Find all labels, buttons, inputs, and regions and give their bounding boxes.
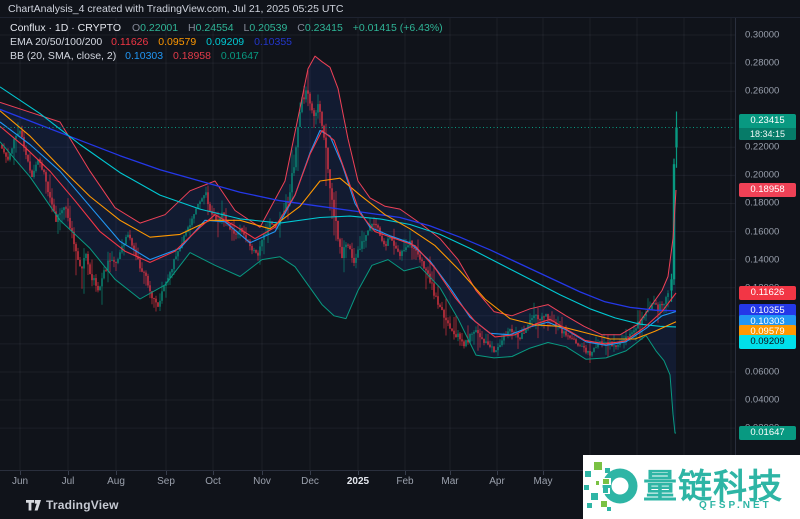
price-tick: 0.14000 xyxy=(745,254,780,266)
time-tick xyxy=(405,471,406,475)
watermark-domain: QFSP.NET xyxy=(699,500,772,511)
tradingview-logo-text: TradingView xyxy=(46,498,119,512)
tradingview-chart-screenshot: ChartAnalysis_4 created with TradingView… xyxy=(0,0,800,519)
bar-countdown: 18:34:15 xyxy=(739,128,796,141)
close-label: C xyxy=(297,22,305,34)
bb-basis-value: 0.10303 xyxy=(125,50,164,62)
time-tick xyxy=(543,471,544,475)
low-value: 0.20539 xyxy=(249,22,288,34)
chart-header: ChartAnalysis_4 created with TradingView… xyxy=(0,0,800,18)
ema100-value: 0.09209 xyxy=(206,36,245,48)
price-badge: 0.18958 xyxy=(739,183,796,198)
open-label: O xyxy=(131,22,141,34)
price-tick: 0.06000 xyxy=(745,366,780,378)
price-axis[interactable]: 0.300000.280000.260000.240000.220000.200… xyxy=(735,18,800,470)
time-label: Sep xyxy=(157,476,175,487)
change-value: +0.01415 (+6.43%) xyxy=(352,22,443,34)
bb-lower-value: 0.01647 xyxy=(220,50,259,62)
ema50-value: 0.09579 xyxy=(158,36,197,48)
legend: Conflux · 1D · CRYPTO O0.22001 H0.24554 … xyxy=(10,22,450,64)
time-label: Nov xyxy=(253,476,271,487)
time-tick xyxy=(450,471,451,475)
time-tick xyxy=(20,471,21,475)
symbol-name: Conflux · 1D · CRYPTO xyxy=(10,22,122,34)
time-tick xyxy=(358,471,359,475)
time-label: Jun xyxy=(11,476,29,487)
time-label: Aug xyxy=(107,476,125,487)
legend-bb-row[interactable]: BB (20, SMA, close, 2) 0.10303 0.18958 0… xyxy=(10,50,450,63)
time-label: Mar xyxy=(441,476,459,487)
watermark: 量链科技 QFSP.NET xyxy=(583,455,800,519)
ema200-value: 0.10355 xyxy=(254,36,293,48)
time-tick xyxy=(310,471,311,475)
time-label: Feb xyxy=(396,476,414,487)
time-tick xyxy=(116,471,117,475)
tradingview-logo-icon xyxy=(26,499,41,510)
chart-title: ChartAnalysis_4 created with TradingView… xyxy=(8,3,344,15)
time-label: 2025 xyxy=(346,476,370,487)
time-label: Dec xyxy=(301,476,319,487)
price-tick: 0.28000 xyxy=(745,57,780,69)
tradingview-logo-link[interactable]: TradingView xyxy=(26,498,119,512)
price-badge: 0.09209 xyxy=(739,334,796,349)
bb-label: BB (20, SMA, close, 2) xyxy=(10,50,117,62)
time-tick xyxy=(497,471,498,475)
watermark-logo-icon xyxy=(584,462,638,511)
price-tick: 0.04000 xyxy=(745,394,780,406)
time-tick xyxy=(68,471,69,475)
price-badge: 0.23415 18:34:15 xyxy=(739,114,796,141)
high-label: H xyxy=(188,22,196,34)
price-badge: 0.11626 xyxy=(739,285,796,300)
close-value: 0.23415 xyxy=(304,22,343,34)
ema20-value: 0.11626 xyxy=(111,36,149,48)
price-tick: 0.16000 xyxy=(745,226,780,238)
open-value: 0.22001 xyxy=(140,22,179,34)
time-label: Apr xyxy=(489,476,505,487)
price-badge: 0.01647 xyxy=(739,426,796,441)
price-tick: 0.22000 xyxy=(745,141,780,153)
bb-upper-value: 0.18958 xyxy=(173,50,211,62)
high-value: 0.24554 xyxy=(195,22,234,34)
time-label: May xyxy=(533,476,553,487)
time-tick xyxy=(166,471,167,475)
price-tick: 0.26000 xyxy=(745,85,780,97)
price-tick: 0.18000 xyxy=(745,197,780,209)
time-tick xyxy=(213,471,214,475)
price-chart-canvas[interactable] xyxy=(0,0,735,470)
time-label: Jul xyxy=(61,476,75,487)
legend-ema-row[interactable]: EMA 20/50/100/200 0.11626 0.09579 0.0920… xyxy=(10,36,450,49)
legend-symbol-row[interactable]: Conflux · 1D · CRYPTO O0.22001 H0.24554 … xyxy=(10,22,450,35)
time-tick xyxy=(262,471,263,475)
price-tick: 0.20000 xyxy=(745,169,780,181)
ema-label: EMA 20/50/100/200 xyxy=(10,36,103,48)
price-tick: 0.30000 xyxy=(745,29,780,41)
time-label: Oct xyxy=(205,476,221,487)
